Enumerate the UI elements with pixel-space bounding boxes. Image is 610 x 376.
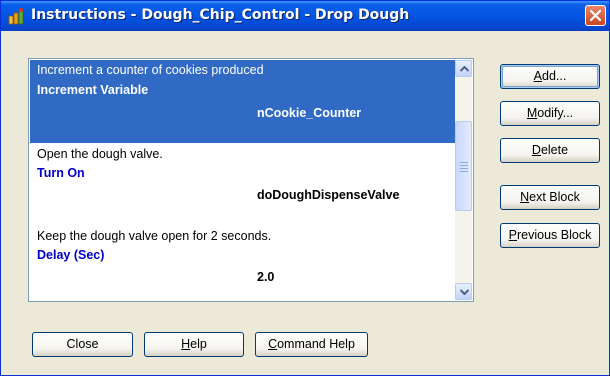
help-button-text: elp	[190, 337, 207, 351]
vertical-scrollbar[interactable]	[455, 60, 472, 300]
thumb-grip-line	[460, 171, 468, 172]
close-button[interactable]: Close	[32, 332, 133, 357]
help-button[interactable]: Help	[144, 332, 244, 357]
instruction-comment: Open the dough valve.	[37, 147, 163, 161]
instruction-argument: 2.0	[257, 270, 275, 284]
scroll-up-button[interactable]	[455, 60, 472, 77]
scroll-down-button[interactable]	[455, 283, 472, 300]
close-window-button[interactable]	[585, 5, 606, 26]
instruction-command: Delay (Sec)	[37, 248, 105, 262]
scroll-down-icon	[460, 289, 469, 295]
thumb-grip-line	[460, 162, 468, 163]
delete-button-hotkey: D	[531, 143, 541, 157]
help-button-hotkey: H	[181, 337, 191, 351]
instruction-item-increment[interactable]: Increment a counter of cookies produced …	[30, 60, 455, 143]
add-button-text: dd...	[542, 69, 567, 83]
thumb-grip-line	[460, 165, 468, 166]
instruction-comment: Keep the dough valve open for 2 seconds.	[37, 229, 272, 243]
scroll-thumb[interactable]	[455, 121, 472, 211]
next-block-button-hotkey: N	[520, 190, 530, 204]
instruction-command: Turn On	[37, 166, 85, 180]
previous-block-button[interactable]: Previous Block	[500, 223, 600, 248]
next-block-button-text: ext Block	[529, 190, 580, 204]
instructions-dialog: Instructions - Dough_Chip_Control - Drop…	[0, 0, 610, 376]
instruction-argument: nCookie_Counter	[257, 106, 362, 120]
instruction-item-turn-on[interactable]: Open the dough valve. Turn On doDoughDis…	[30, 143, 455, 223]
delete-button[interactable]: Delete	[500, 138, 600, 163]
instruction-argument: doDoughDispenseValve	[257, 188, 400, 202]
close-icon	[590, 10, 601, 21]
instruction-item-delay[interactable]: Keep the dough valve open for 2 seconds.…	[30, 223, 455, 301]
modify-button-text: odify...	[537, 106, 574, 120]
instruction-comment: Increment a counter of cookies produced	[37, 63, 264, 77]
add-button[interactable]: Add...	[500, 64, 600, 89]
instruction-command: Increment Variable	[37, 83, 149, 97]
modify-button-hotkey: M	[526, 106, 538, 120]
modify-button[interactable]: Modify...	[500, 101, 600, 126]
app-icon	[8, 7, 26, 25]
instruction-list[interactable]: Increment a counter of cookies produced …	[28, 58, 474, 302]
command-help-button-hotkey: C	[268, 337, 278, 351]
command-help-button-text: ommand Help	[277, 337, 355, 351]
previous-block-button-hotkey: P	[508, 228, 517, 242]
next-block-button[interactable]: Next Block	[500, 185, 600, 210]
add-button-hotkey: A	[533, 69, 542, 83]
title-bar[interactable]: Instructions - Dough_Chip_Control - Drop…	[1, 1, 609, 31]
command-help-button[interactable]: Command Help	[255, 332, 368, 357]
window-title: Instructions - Dough_Chip_Control - Drop…	[31, 7, 410, 23]
previous-block-button-text: revious Block	[517, 228, 592, 242]
thumb-grip-line	[460, 168, 468, 169]
delete-button-text: elete	[540, 143, 569, 157]
scroll-up-icon	[460, 66, 469, 72]
